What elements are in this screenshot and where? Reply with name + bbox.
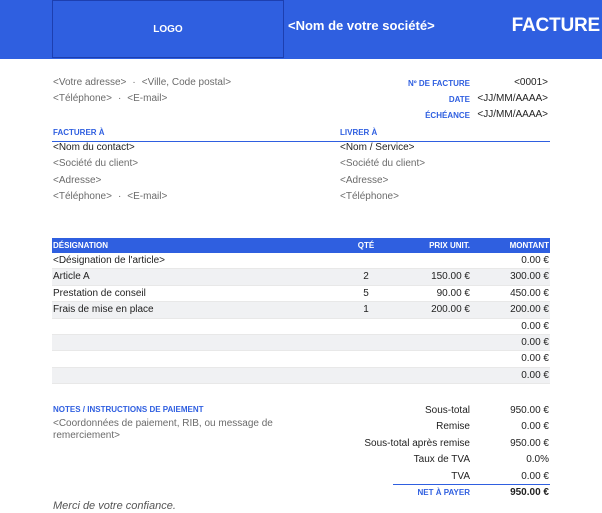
row-unit-price[interactable]: 200.00 € (431, 302, 470, 318)
net-to-pay-value: 950.00 € (510, 486, 549, 498)
totals-row: Taux de TVA 0.0% (330, 452, 550, 468)
sender-address[interactable]: <Votre adresse> (53, 77, 126, 88)
discount-label: Remise (436, 421, 470, 433)
row-designation[interactable]: Prestation de conseil (53, 286, 146, 302)
items-table-header: DÉSIGNATION QTÉ PRIX UNIT. MONTANT (52, 238, 550, 253)
net-to-pay-row: NET À PAYER 950.00 € (330, 485, 550, 501)
table-row: 0.00 € (52, 319, 550, 335)
totals-row: Sous-total 950.00 € (330, 403, 550, 419)
table-row: 0.00 € (52, 351, 550, 368)
row-amount: 0.00 € (521, 320, 549, 332)
thank-you-message: Merci de votre confiance. (53, 500, 176, 512)
subtotal-value: 950.00 € (510, 405, 549, 416)
row-amount: 200.00 € (510, 304, 549, 316)
totals-block: Sous-total 950.00 € Remise 0.00 € Sous-t… (330, 403, 550, 501)
row-amount: 0.00 € (521, 369, 549, 381)
table-row: <Désignation de l'article> 0.00 € (52, 253, 550, 270)
invoice-date-value[interactable]: <JJ/MM/AAAA> (477, 93, 548, 104)
header-designation: DÉSIGNATION (53, 241, 108, 250)
header-quantity: QTÉ (357, 241, 375, 250)
sender-address-line: <Votre adresse> · <Ville, Code postal> (53, 77, 231, 88)
bill-to-heading: FACTURER À (53, 128, 105, 137)
items-table: DÉSIGNATION QTÉ PRIX UNIT. MONTANT <Dési… (52, 238, 550, 385)
ship-to-phone[interactable]: <Téléphone> (340, 191, 399, 202)
subtotal-label: Sous-total (424, 405, 470, 416)
separator: · (132, 77, 136, 88)
table-row: Prestation de conseil 5 90.00 € 450.00 € (52, 286, 550, 303)
table-row: 0.00 € (52, 367, 550, 385)
ship-to-name[interactable]: <Nom / Service> (340, 142, 414, 153)
sender-phone[interactable]: <Téléphone> (53, 93, 112, 104)
header-amount: MONTANT (509, 241, 549, 250)
notes-line-2[interactable]: remerciement> (53, 430, 120, 441)
invoice-date-label: DATE (448, 95, 470, 104)
row-amount: 0.00 € (521, 336, 549, 348)
row-quantity[interactable]: 1 (352, 302, 380, 318)
row-unit-price[interactable]: 150.00 € (431, 269, 470, 285)
net-to-pay-label: NET À PAYER (417, 487, 470, 497)
table-row: Article A 2 150.00 € 300.00 € (52, 269, 550, 286)
bill-to-address[interactable]: <Adresse> (53, 175, 101, 186)
separator: · (117, 93, 122, 104)
row-quantity[interactable]: 2 (352, 269, 380, 285)
row-amount: 0.00 € (521, 353, 549, 365)
ship-to-company[interactable]: <Société du client> (340, 158, 425, 169)
vat-label: TVA (451, 470, 470, 482)
sender-contact-line: <Téléphone> · <E-mail> (53, 93, 167, 104)
row-designation[interactable]: Frais de mise en place (53, 302, 154, 318)
company-name[interactable]: <Nom de votre société> (288, 18, 435, 33)
bill-to-phone[interactable]: <Téléphone> (53, 191, 112, 202)
table-row: 0.00 € (52, 334, 550, 352)
separator: · (117, 191, 122, 202)
invoice-header: LOGO <Nom de votre société> FACTURE (0, 0, 602, 59)
bill-to-contact[interactable]: <Nom du contact> (53, 142, 135, 153)
logo-placeholder[interactable]: LOGO (52, 0, 284, 58)
bill-to-contact-line: <Téléphone> · <E-mail> (53, 191, 167, 202)
vat-value: 0.00 € (521, 470, 549, 482)
bill-to-email[interactable]: <E-mail> (127, 191, 167, 202)
invoice-number-value[interactable]: <0001> (514, 77, 548, 88)
invoice-due-value[interactable]: <JJ/MM/AAAA> (477, 109, 548, 120)
notes-line-1[interactable]: <Coordonnées de paiement, RIB, ou messag… (53, 418, 273, 429)
sender-email[interactable]: <E-mail> (127, 93, 167, 104)
discount-value[interactable]: 0.00 € (521, 419, 549, 435)
ship-to-heading: LIVRER À (340, 128, 378, 137)
row-unit-price[interactable]: 90.00 € (437, 286, 470, 302)
bill-to-company[interactable]: <Société du client> (53, 158, 138, 169)
document-title: FACTURE (511, 15, 601, 36)
notes-heading: NOTES / INSTRUCTIONS DE PAIEMENT (53, 405, 204, 414)
row-designation[interactable]: <Désignation de l'article> (53, 253, 165, 269)
sender-city[interactable]: <Ville, Code postal> (142, 77, 231, 88)
table-row: Frais de mise en place 1 200.00 € 200.00… (52, 302, 550, 319)
logo-text: LOGO (153, 23, 183, 35)
ship-to-address[interactable]: <Adresse> (340, 175, 388, 186)
totals-row: Sous-total après remise 950.00 € (330, 436, 550, 452)
subtotal-after-discount-label: Sous-total après remise (364, 437, 470, 449)
vat-rate-label: Taux de TVA (413, 454, 470, 466)
row-amount: 0.00 € (521, 255, 549, 266)
totals-row: Remise 0.00 € (330, 419, 550, 435)
row-amount: 300.00 € (510, 271, 549, 283)
row-amount: 450.00 € (510, 287, 549, 299)
row-quantity[interactable]: 5 (352, 286, 380, 302)
invoice-number-label: Nº DE FACTURE (407, 79, 470, 88)
row-designation[interactable]: Article A (53, 269, 90, 285)
invoice-due-label: ÉCHÉANCE (425, 111, 470, 120)
subtotal-after-discount-value: 950.00 € (510, 437, 549, 449)
totals-row: TVA 0.00 € (330, 469, 550, 485)
vat-rate-value[interactable]: 0.0% (526, 452, 549, 468)
header-unit-price: PRIX UNIT. (429, 241, 470, 250)
